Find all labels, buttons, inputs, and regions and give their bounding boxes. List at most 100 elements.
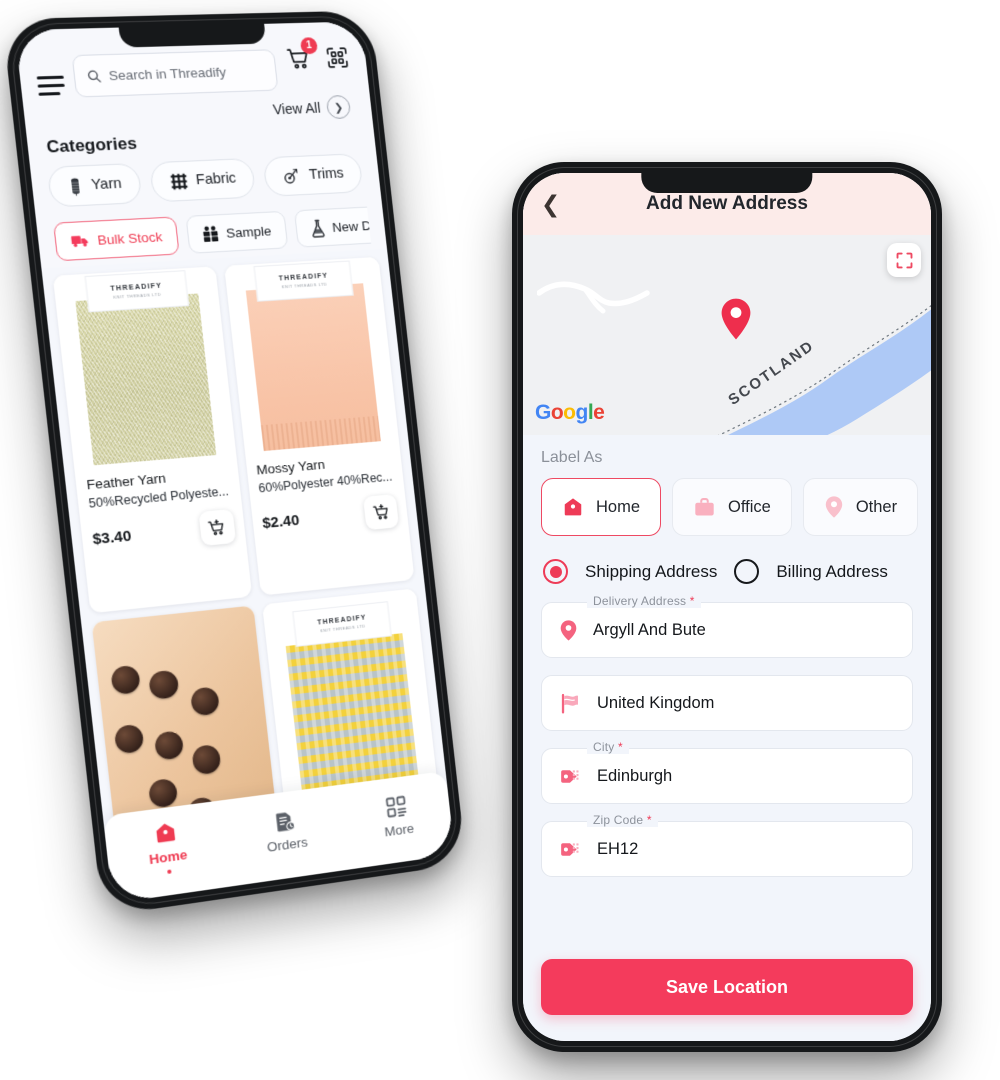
product-meta: Feather Yarn 50%Recycled Polyeste... $3.… [74,455,246,567]
map-pin-icon [721,298,751,340]
category-chip-trims[interactable]: Trims [262,153,364,197]
fabric-weave-icon [169,172,187,189]
label-option-other[interactable]: Other [802,478,919,536]
save-location-button[interactable]: Save Location [541,959,913,1015]
label-as-options: Home Office Other [541,478,919,536]
truck-icon [70,235,88,247]
home-icon [155,822,176,843]
hamburger-menu-icon[interactable] [35,59,66,96]
map-pin-marker [719,297,753,346]
tab-label: Home [148,846,189,868]
brand-tag-sub: KNIT THREADS LTD [113,291,162,300]
field-value: Edinburgh [597,766,673,785]
search-input[interactable]: Search in Threadify [71,49,279,98]
address-type-radio-group: Shipping Address Billing Address [543,559,913,584]
qr-scan-button[interactable] [322,43,352,71]
qr-scan-icon [323,45,350,70]
left-phone-screen: Search in Threadify 1 View All ❯ Categor… [14,21,455,904]
orders-doc-icon [276,811,297,834]
left-top-section: Search in Threadify 1 View All ❯ Categor… [14,21,387,269]
phone-notch-left [118,23,267,48]
field-value: United Kingdom [597,693,715,712]
radio-shipping-address[interactable] [543,559,568,584]
flag-icon [561,693,578,713]
filter-chip-bulk-stock[interactable]: Bulk Stock [53,216,180,262]
filter-chip-new-development[interactable]: New Develo [293,206,372,248]
product-price: $2.40 [261,511,301,532]
phone-mockup-left: Search in Threadify 1 View All ❯ Categor… [1,10,467,917]
product-price-row: $2.40 [261,493,400,540]
grid-more-icon [384,793,408,818]
category-label: Trims [308,165,345,183]
filter-label: New Develo [331,216,372,235]
map-fullscreen-button[interactable] [887,243,921,277]
map-view[interactable]: SCOTLAND Google [523,235,931,435]
label-option-text: Home [596,497,641,516]
field-zip-code[interactable]: Zip Code * EH12 [541,813,913,877]
address-form: Label As Home Office Other Shipping Addr… [523,435,931,1041]
tab-label: More [383,820,415,839]
radio-billing-address[interactable] [734,559,760,584]
view-all-label: View All [272,99,322,118]
field-city[interactable]: City * Edinburgh [541,740,913,804]
label-option-home[interactable]: Home [541,478,662,536]
add-to-cart-button[interactable] [362,493,400,531]
phone-notch-right [641,173,813,193]
filter-chip-sample[interactable]: Sample [185,210,288,254]
label-option-office[interactable]: Office [672,478,792,536]
map-pin-icon [825,496,843,518]
cart-button[interactable]: 1 [283,37,319,72]
add-to-cart-icon [371,502,391,522]
tab-orders[interactable]: Orders [263,808,309,863]
field-country[interactable]: United Kingdom [541,675,913,731]
gift-icon [202,225,219,242]
briefcase-icon [695,497,714,516]
tab-more[interactable]: More [381,793,416,847]
category-chip-fabric[interactable]: Fabric [148,157,256,203]
categories-chip-row: Yarn Fabric Trims [46,153,366,208]
filter-label: Sample [225,222,273,241]
filter-label: Bulk Stock [96,228,164,248]
product-card[interactable]: THREADIFY KNIT THREADS LTD Mossy Yarn 60… [223,256,415,596]
field-label: Delivery Address * [587,594,701,608]
fabric-swatch-feather [75,293,217,466]
product-image: THREADIFY KNIT THREADS LTD [223,256,400,455]
map-pin-icon [560,619,577,641]
brand-tag: THREADIFY KNIT THREADS LTD [253,260,354,302]
tab-home[interactable]: Home [145,819,190,885]
home-icon [564,498,582,516]
top-icon-group: 1 [283,37,354,94]
search-placeholder: Search in Threadify [107,64,227,83]
category-label: Yarn [90,175,123,194]
city-tag-icon [561,842,579,856]
categories-title: Categories [45,133,138,157]
category-chip-yarn[interactable]: Yarn [46,162,143,208]
brand-tag: THREADIFY KNIT THREADS LTD [84,270,189,313]
city-tag-icon [561,769,579,783]
right-phone-screen: ❮ Add New Address SCOTLAND Google Label … [523,173,931,1041]
chevron-right-icon: ❯ [325,94,352,120]
screenshot-stage: Search in Threadify 1 View All ❯ Categor… [0,0,1000,1080]
phone-mockup-right: ❮ Add New Address SCOTLAND Google Label … [512,162,942,1052]
search-row: Search in Threadify 1 [34,37,354,103]
product-price: $3.40 [91,526,133,548]
field-value: Argyll And Bute [593,620,706,639]
label-option-text: Other [855,497,898,516]
add-to-cart-button[interactable] [197,508,236,547]
product-card[interactable]: THREADIFY KNIT THREADS LTD Feather Yarn … [52,266,252,614]
fabric-swatch-mossy [245,283,381,452]
radio-label-billing: Billing Address [776,561,888,581]
search-icon [85,68,102,84]
label-option-text: Office [728,497,771,516]
field-label: City * [587,740,629,754]
page-title: Add New Address [646,193,808,214]
product-price-row: $3.40 [91,508,236,556]
map-road [537,281,650,314]
tab-active-dot [167,869,173,874]
radio-label-shipping: Shipping Address [585,561,718,581]
brand-tag-sub: KNIT THREADS LTD [281,281,328,290]
field-delivery-address[interactable]: Delivery Address * Argyll And Bute [541,594,913,658]
add-to-cart-icon [206,517,227,538]
label-as-title: Label As [541,449,603,466]
yarn-spool-icon [67,177,85,196]
